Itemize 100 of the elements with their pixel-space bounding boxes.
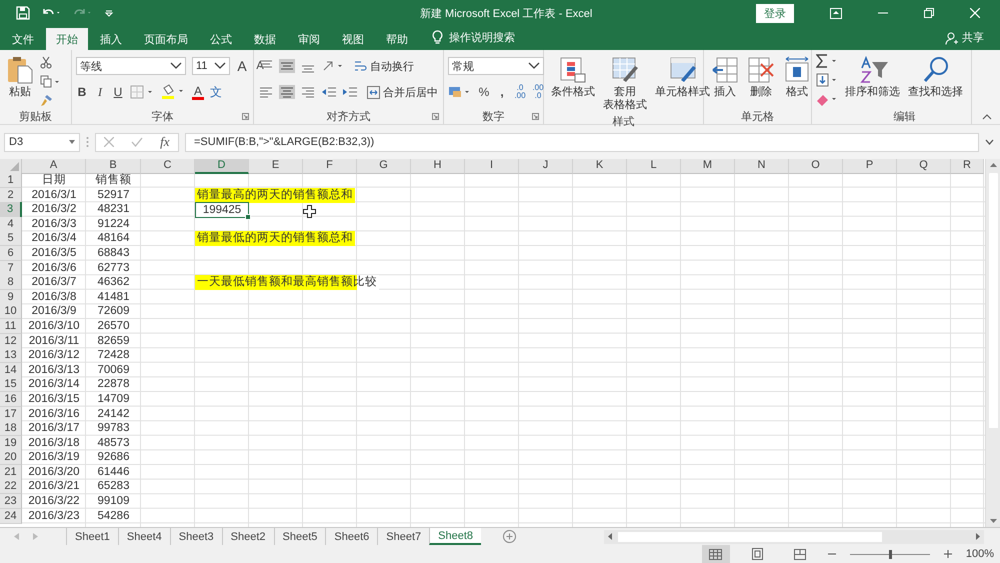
ribbon-tab[interactable]: 开始 bbox=[46, 28, 88, 50]
row-header[interactable]: 10 bbox=[0, 304, 22, 320]
column-header[interactable]: O bbox=[789, 159, 843, 174]
dialog-launcher-icon[interactable] bbox=[532, 113, 539, 120]
autosum-icon[interactable] bbox=[816, 54, 838, 68]
row-header[interactable]: 8 bbox=[0, 275, 22, 290]
row-header[interactable]: 6 bbox=[0, 246, 22, 261]
ribbon-tab[interactable]: 帮助 bbox=[376, 28, 418, 50]
increase-decimal-button[interactable]: .0 .00 bbox=[514, 84, 526, 100]
underline-button[interactable]: U bbox=[112, 85, 124, 99]
column-header[interactable]: C bbox=[141, 159, 195, 174]
column-header[interactable]: K bbox=[573, 159, 627, 174]
drag-handle-icon[interactable] bbox=[86, 136, 89, 148]
wrap-text-button[interactable]: 自动换行 bbox=[354, 58, 414, 74]
person-icon[interactable] bbox=[945, 32, 958, 45]
column-header[interactable]: D bbox=[195, 159, 249, 174]
share-button[interactable]: 共享 bbox=[962, 30, 984, 50]
comma-button[interactable]: , bbox=[496, 85, 508, 99]
scissors-icon[interactable] bbox=[40, 56, 52, 69]
table-button[interactable]: 套用 表格格式 bbox=[600, 54, 650, 114]
column-header[interactable]: Q bbox=[897, 159, 951, 174]
phonetic-guide-button[interactable]: 文 bbox=[210, 84, 222, 100]
ribbon-display-icon[interactable] bbox=[830, 8, 842, 18]
caret-icon[interactable] bbox=[170, 62, 182, 70]
row-header[interactable]: 7 bbox=[0, 260, 22, 276]
row-header[interactable]: 23 bbox=[0, 494, 22, 510]
column-header[interactable]: F bbox=[303, 159, 357, 174]
column-header[interactable]: J bbox=[519, 159, 573, 174]
font-color-button[interactable]: A bbox=[192, 84, 204, 100]
align-left-icon[interactable] bbox=[258, 85, 274, 99]
ribbon-tab[interactable]: 数据 bbox=[244, 28, 286, 50]
number-format-dropdown[interactable]: 常规 bbox=[448, 57, 544, 75]
italic-button[interactable]: I bbox=[94, 84, 106, 100]
fill-color-icon[interactable] bbox=[160, 84, 186, 100]
row-header[interactable]: 19 bbox=[0, 436, 22, 451]
row-header[interactable]: 11 bbox=[0, 318, 22, 334]
column-header[interactable]: R bbox=[951, 159, 984, 174]
row-header[interactable]: 3 bbox=[0, 202, 22, 218]
scroll-left-icon[interactable] bbox=[608, 533, 612, 540]
ribbon-tab[interactable]: 插入 bbox=[90, 28, 132, 50]
column-header[interactable]: H bbox=[411, 159, 465, 174]
row-header[interactable]: 12 bbox=[0, 334, 22, 349]
row-header[interactable]: 17 bbox=[0, 406, 22, 422]
delete-button[interactable]: 删除 bbox=[744, 54, 778, 101]
ribbon-tab[interactable]: 视图 bbox=[332, 28, 374, 50]
column-header[interactable]: L bbox=[627, 159, 681, 174]
formula-field[interactable]: =SUMIF(B:B,">"&LARGE(B2:B32,3)) bbox=[185, 132, 979, 152]
column-header[interactable]: A bbox=[22, 159, 86, 174]
ribbon-tab[interactable]: 页面布局 bbox=[134, 28, 198, 50]
ribbon-tab[interactable]: 审阅 bbox=[288, 28, 330, 50]
add-sheet-icon[interactable] bbox=[503, 530, 516, 543]
merge-center-button[interactable]: 合并后居中 bbox=[367, 84, 438, 100]
font-size-dropdown[interactable]: 11 bbox=[192, 57, 230, 75]
increase-indent-icon[interactable] bbox=[342, 85, 358, 99]
row-header[interactable]: 9 bbox=[0, 290, 22, 305]
font-name-dropdown[interactable]: 等线 bbox=[76, 57, 186, 75]
restore-icon[interactable] bbox=[924, 8, 934, 18]
orientation-icon[interactable] bbox=[321, 59, 345, 73]
column-header[interactable]: M bbox=[681, 159, 735, 174]
zoom-level[interactable]: 100% bbox=[966, 548, 994, 560]
column-header[interactable]: I bbox=[465, 159, 519, 174]
vertical-scrollbar[interactable] bbox=[985, 159, 1000, 527]
bold-button[interactable]: B bbox=[76, 85, 88, 99]
row-header[interactable]: 14 bbox=[0, 362, 22, 378]
column-header[interactable]: N bbox=[735, 159, 789, 174]
scroll-up-icon[interactable] bbox=[990, 163, 996, 167]
row-header[interactable]: 4 bbox=[0, 216, 22, 232]
align-right-icon[interactable] bbox=[300, 85, 316, 99]
row-header[interactable]: 24 bbox=[0, 508, 22, 524]
conditional-button[interactable]: 条件格式 bbox=[548, 54, 598, 101]
decrease-indent-icon[interactable] bbox=[321, 85, 337, 99]
format-painter-icon[interactable] bbox=[40, 94, 53, 107]
row-header[interactable]: 18 bbox=[0, 421, 22, 436]
decrease-decimal-button[interactable]: .00 .0 bbox=[532, 84, 544, 100]
sheet-tab[interactable]: Sheet8 bbox=[429, 528, 481, 545]
close-icon[interactable] bbox=[970, 8, 980, 18]
scroll-right-icon[interactable] bbox=[976, 533, 980, 540]
expand-icon[interactable] bbox=[985, 139, 994, 145]
row-header[interactable]: 2 bbox=[0, 188, 22, 203]
caret-icon[interactable] bbox=[214, 62, 226, 70]
customize-icon[interactable] bbox=[104, 8, 114, 18]
dialog-launcher-icon[interactable] bbox=[242, 113, 249, 120]
find-button[interactable]: 查找和选择 bbox=[905, 54, 966, 101]
horizontal-scrollbar[interactable] bbox=[604, 530, 984, 544]
row-header[interactable]: 21 bbox=[0, 464, 22, 480]
column-header[interactable]: E bbox=[249, 159, 303, 174]
caret-icon[interactable] bbox=[528, 62, 540, 70]
row-header[interactable]: 20 bbox=[0, 450, 22, 466]
ribbon-tab[interactable]: 文件 bbox=[2, 28, 44, 50]
percent-button[interactable]: % bbox=[478, 85, 490, 99]
sign-in-button[interactable]: 登录 bbox=[756, 4, 794, 22]
paste-button[interactable]: 粘贴 bbox=[4, 54, 36, 101]
align-center-icon[interactable] bbox=[279, 85, 295, 99]
eraser-icon[interactable] bbox=[816, 92, 838, 106]
insert-function-button[interactable]: fx bbox=[160, 134, 170, 150]
active-cell[interactable]: 199425 bbox=[195, 202, 249, 218]
collapse-ribbon-icon[interactable] bbox=[982, 114, 992, 120]
currency-icon[interactable] bbox=[448, 85, 472, 99]
row-header[interactable]: 13 bbox=[0, 348, 22, 364]
normal-view-icon[interactable] bbox=[702, 545, 730, 563]
